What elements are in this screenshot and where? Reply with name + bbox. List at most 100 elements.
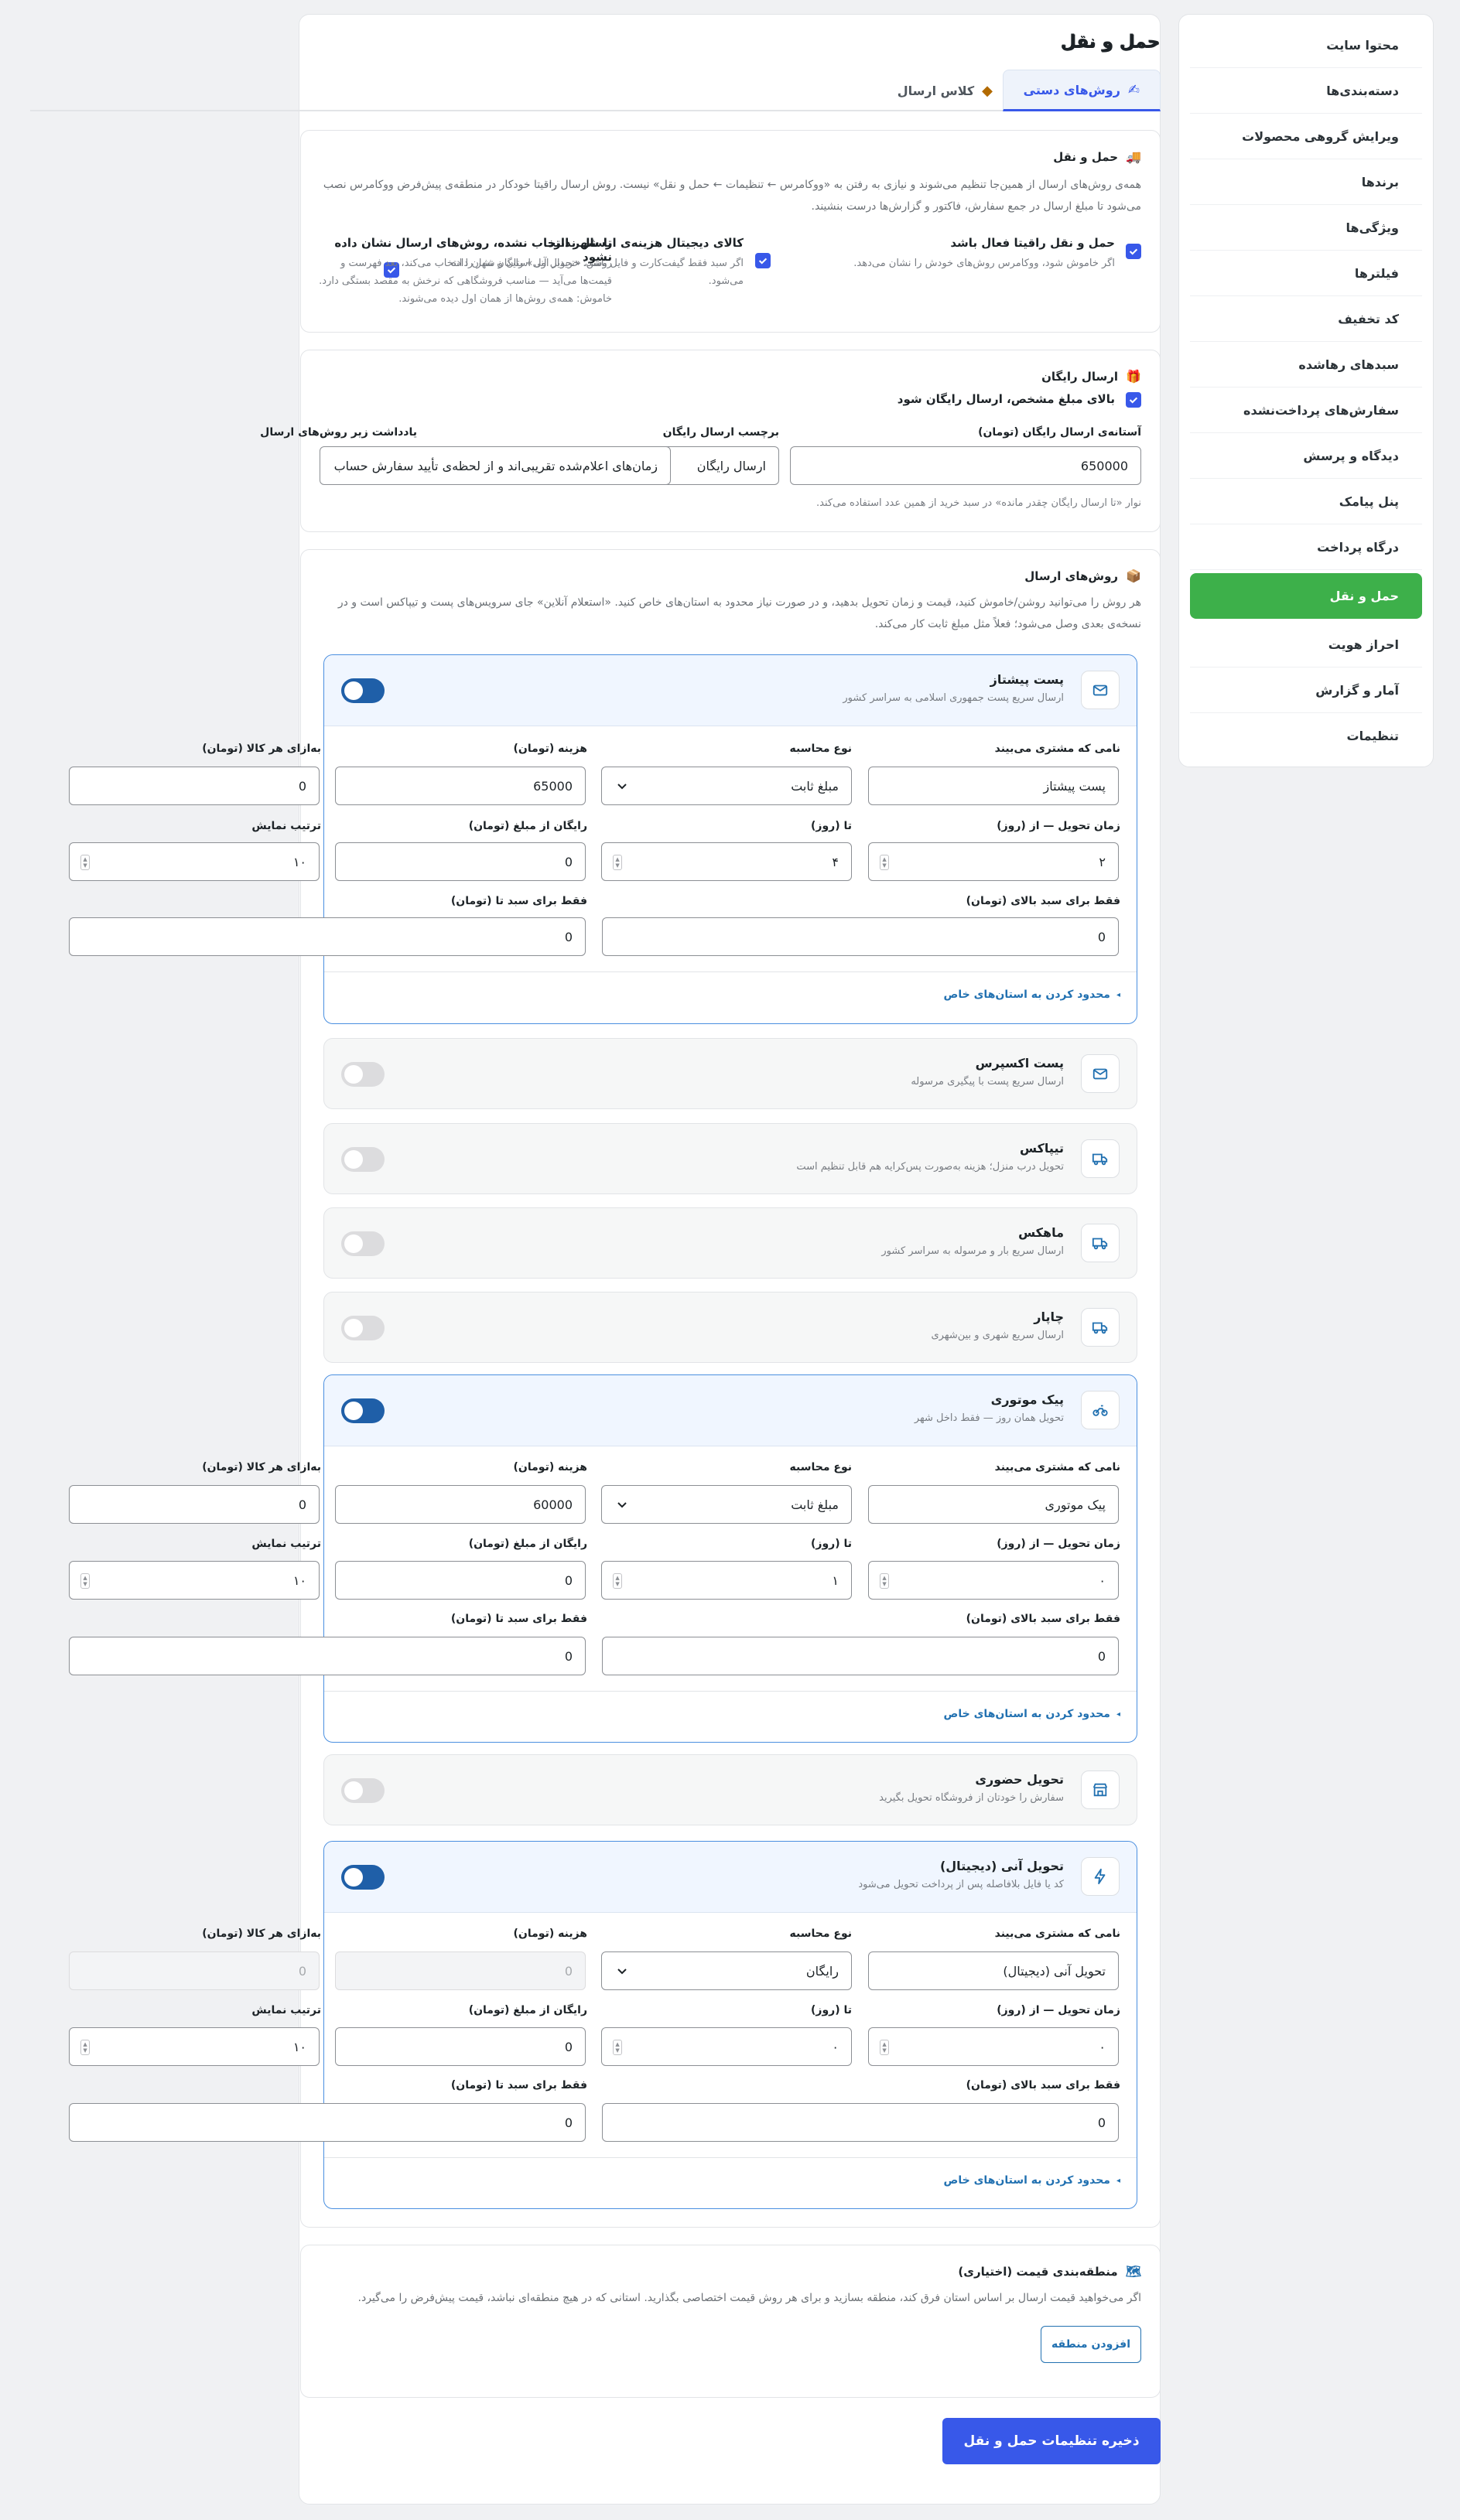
limit-link-text: محدود کردن به استان‌های خاص (943, 1708, 1110, 1720)
input-sort-order[interactable]: ۱۰ ▲ ▼ (69, 2027, 320, 2066)
shipping-description: همه‌ی روش‌های ارسال از همین‌جا تنظیم می‌… (323, 179, 1141, 213)
method-toggle[interactable] (341, 1062, 385, 1087)
label-sort-order: ترتیب نمایش (251, 1538, 321, 1550)
number-spinner[interactable]: ▲ ▼ (613, 2040, 622, 2055)
method-card-mahex: ماهکس ارسال سریع بار و مرسوله به سراسر ک… (323, 1207, 1137, 1279)
input-value: 0 (1097, 2115, 1106, 2130)
method-card-tipax: تیپاکس تحویل درب منزل؛ هزینه به‌صورت پس‌… (323, 1123, 1137, 1194)
card-title-text: منطقه‌بندی قیمت (اختیاری) (958, 2264, 1118, 2279)
note-value: زمان‌های اعلام‌شده تقریبی‌اند و از لحظه‌… (333, 458, 658, 473)
tab-label: روش‌های دستی (1023, 82, 1120, 97)
input-delivery-from[interactable]: ۰ ▲ ▼ (868, 1561, 1119, 1600)
label-delivery-from: زمان تحویل — از (روز) (997, 820, 1120, 832)
select-value: رایگان (805, 1963, 839, 1979)
number-spinner[interactable]: ▲ ▼ (80, 2040, 90, 2055)
input-value: 0 (564, 1572, 573, 1588)
input-value: ۱۰ (292, 854, 306, 869)
input-sort-order[interactable]: ۱۰ ▲ ▼ (69, 842, 320, 881)
shipping-general-card: 🚚 حمل و نقل همه‌ی روش‌های ارسال از همین‌… (300, 130, 1161, 333)
tab-manual-methods[interactable]: ✍ روش‌های دستی (1002, 70, 1161, 111)
triangle-icon: ◂ (1116, 990, 1120, 999)
method-toggle[interactable] (341, 1398, 385, 1423)
input-cost[interactable]: 65000 (335, 767, 586, 805)
method-card-chapar: چاپار ارسال سریع شهری و بین‌شهری (323, 1292, 1137, 1363)
select-calc-type[interactable]: رایگان (601, 1951, 852, 1990)
method-title: چاپار (1034, 1310, 1064, 1324)
input-only-below[interactable]: 0 (69, 1637, 586, 1675)
limit-provinces-link[interactable]: ◂ محدود کردن به استان‌های خاص (944, 1708, 1120, 1720)
number-spinner[interactable]: ▲ ▼ (80, 1573, 90, 1589)
note-input[interactable]: زمان‌های اعلام‌شده تقریبی‌اند و از لحظه‌… (320, 446, 671, 485)
method-toggle[interactable] (341, 1865, 385, 1890)
input-free-from[interactable]: 0 (335, 2027, 586, 2066)
threshold-input[interactable]: 650000 (790, 446, 1141, 485)
input-delivery-to[interactable]: ۱ ▲ ▼ (601, 1561, 852, 1600)
input-value: پیک موتوری (1045, 1497, 1106, 1512)
divider (324, 1691, 1137, 1692)
checkbox-free-shipping[interactable] (1126, 392, 1141, 408)
input-only-below[interactable]: 0 (69, 917, 586, 956)
divider (324, 2157, 1137, 2158)
limit-link-text: محدود کردن به استان‌های خاص (943, 989, 1110, 1001)
label-only-above: فقط برای سبد بالای (تومان) (966, 2079, 1120, 2091)
number-spinner[interactable]: ▲ ▼ (880, 2040, 889, 2055)
save-shipping-button[interactable]: ذخیره تنظیمات حمل و نقل (942, 2418, 1161, 2464)
select-calc-type[interactable]: مبلغ ثابت (601, 1485, 852, 1524)
input-free-from[interactable]: 0 (335, 842, 586, 881)
truck-icon (1081, 1224, 1120, 1262)
checkbox-digital-free[interactable] (755, 253, 771, 268)
input-value: 0 (564, 854, 573, 869)
input-cost[interactable]: 60000 (335, 1485, 586, 1524)
add-zone-button[interactable]: افزودن منطقه (1041, 2326, 1141, 2363)
limit-provinces-link[interactable]: ◂ محدود کردن به استان‌های خاص (944, 2174, 1120, 2187)
label-calc-type: نوع محاسبه (789, 1928, 852, 1940)
input-only-above[interactable]: 0 (602, 1637, 1119, 1675)
input-customer-name[interactable]: تحویل آنی (دیجیتال) (868, 1951, 1119, 1990)
gift-icon: 🎁 (1126, 369, 1141, 384)
number-spinner[interactable]: ▲ ▼ (613, 1573, 622, 1589)
input-customer-name[interactable]: پیک موتوری (868, 1485, 1119, 1524)
number-spinner[interactable]: ▲ ▼ (613, 855, 622, 870)
input-free-from[interactable]: 0 (335, 1561, 586, 1600)
number-spinner[interactable]: ▲ ▼ (880, 855, 889, 870)
limit-provinces-link[interactable]: ◂ محدود کردن به استان‌های خاص (944, 989, 1120, 1001)
input-only-above[interactable]: 0 (602, 917, 1119, 956)
method-toggle[interactable] (341, 678, 385, 703)
input-customer-name[interactable]: پست پیشتاز (868, 767, 1119, 805)
select-calc-type[interactable]: مبلغ ثابت (601, 767, 852, 805)
method-toggle[interactable] (341, 1231, 385, 1256)
label-calc-type: نوع محاسبه (789, 1461, 852, 1473)
tab-shipping-class[interactable]: ◆ کلاس ارسال (877, 70, 1013, 111)
input-delivery-to[interactable]: ۴ ▲ ▼ (601, 842, 852, 881)
input-per-item[interactable]: 0 (69, 767, 320, 805)
free-shipping-card: 🎁 ارسال رایگان بالای مبلغ مشخص، ارسال را… (260, 350, 1161, 532)
input-value: ۱۰ (292, 2039, 306, 2054)
number-spinner[interactable]: ▲ ▼ (880, 1573, 889, 1589)
option-title: حمل و نقل راقیتا فعال باشد (950, 236, 1115, 250)
method-card-pickup: تحویل حضوری سفارش را خودتان از فروشگاه ت… (323, 1754, 1137, 1825)
input-per-item[interactable]: 0 (69, 1485, 320, 1524)
label-only-above: فقط برای سبد بالای (تومان) (966, 1613, 1120, 1625)
input-only-below[interactable]: 0 (69, 2103, 586, 2142)
input-only-above[interactable]: 0 (602, 2103, 1119, 2142)
map-icon: 🗺 (1125, 2264, 1141, 2279)
input-sort-order[interactable]: ۱۰ ▲ ▼ (69, 1561, 320, 1600)
method-toggle[interactable] (341, 1147, 385, 1172)
input-delivery-from[interactable]: ۲ ▲ ▼ (868, 842, 1119, 881)
method-subtitle: ارسال سریع شهری و بین‌شهری (931, 1330, 1064, 1341)
method-header: پست پیشتاز ارسال سریع پست جمهوری اسلامی … (324, 655, 1137, 726)
checkbox-shipping-active[interactable] (1126, 244, 1141, 259)
store-icon (1081, 1770, 1120, 1809)
input-delivery-to[interactable]: ۰ ▲ ▼ (601, 2027, 852, 2066)
method-toggle[interactable] (341, 1316, 385, 1340)
method-toggle[interactable] (341, 1778, 385, 1803)
input-delivery-from[interactable]: ۰ ▲ ▼ (868, 2027, 1119, 2066)
zones-card: 🗺 منطقه‌بندی قیمت (اختیاری) اگر می‌خواهی… (300, 2245, 1161, 2398)
input-value: ۰ (832, 2039, 839, 2054)
method-header: تحویل آنی (دیجیتال) کد یا فایل بلافاصله … (324, 1842, 1137, 1913)
free-shipping-label: بالای مبلغ مشخص، ارسال رایگان شود (897, 392, 1115, 406)
label-free-from: رایگان از مبلغ (تومان) (468, 1538, 587, 1550)
method-title: تحویل آنی (دیجیتال) (939, 1859, 1064, 1873)
card-title-text: ارسال رایگان (1041, 369, 1119, 384)
number-spinner[interactable]: ▲ ▼ (80, 855, 90, 870)
